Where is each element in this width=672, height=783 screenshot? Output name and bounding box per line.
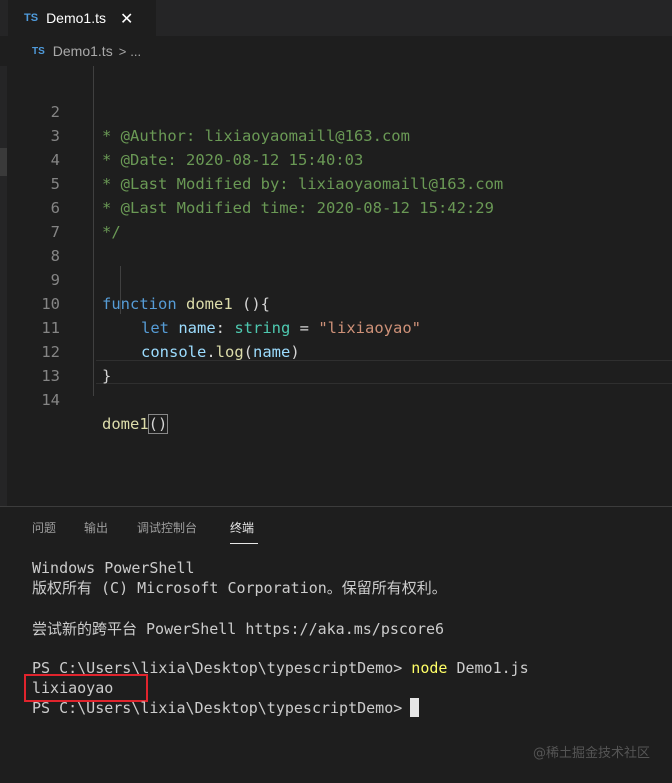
code-line[interactable]: 12 } bbox=[0, 316, 672, 385]
terminal-cursor bbox=[410, 698, 420, 717]
tab-demo1-ts[interactable]: TS Demo1.ts ✕ bbox=[8, 0, 156, 36]
panel-tabs: 问题 输出 调试控制台 终端 bbox=[0, 516, 672, 546]
code-line[interactable]: 3 * @Date: 2020-08-12 15:40:03 bbox=[0, 100, 672, 169]
code-line[interactable]: 11 console.log(name) bbox=[0, 292, 672, 361]
terminal-line: 版权所有 (C) Microsoft Corporation。保留所有权利。 bbox=[32, 579, 447, 597]
chevron-right-icon: > bbox=[118, 43, 127, 59]
bottom-panel: 问题 输出 调试控制台 终端 Windows PowerShell 版权所有 (… bbox=[0, 506, 672, 783]
code-line[interactable]: 6 */ bbox=[0, 172, 672, 241]
close-icon[interactable]: ✕ bbox=[120, 9, 133, 28]
tab-debug-console[interactable]: 调试控制台 bbox=[137, 516, 197, 546]
breadcrumb: TS Demo1.ts > ... bbox=[0, 36, 672, 66]
code-line[interactable]: 9 function dome1 (){ bbox=[0, 244, 672, 313]
vscode-window: TS Demo1.ts ✕ TS Demo1.ts > ... 2 * @Aut… bbox=[0, 0, 672, 783]
typescript-file-icon: TS bbox=[24, 12, 39, 24]
code-line[interactable]: 5 * @Last Modified time: 2020-08-12 15:4… bbox=[0, 148, 672, 217]
code-line[interactable]: 7 bbox=[0, 196, 672, 241]
function-call: dome1() bbox=[102, 414, 169, 434]
terminal-line: 尝试新的跨平台 PowerShell https://aka.ms/pscore… bbox=[32, 620, 445, 638]
code-line[interactable]: 8 bbox=[0, 220, 672, 265]
line-number: 14 bbox=[41, 391, 60, 409]
watermark: @稀土掘金技术社区 bbox=[532, 746, 650, 761]
code-editor[interactable]: 2 * @Author: lixiaoyaomaill@163.com 3 * … bbox=[0, 66, 672, 506]
editor-tab-bar: TS Demo1.ts ✕ bbox=[0, 0, 672, 36]
typescript-file-icon: TS bbox=[32, 45, 45, 57]
tab-problems[interactable]: 问题 bbox=[32, 516, 56, 546]
breadcrumb-more[interactable]: ... bbox=[130, 44, 141, 59]
terminal-line: Windows PowerShell bbox=[32, 559, 195, 577]
code-line[interactable]: 10 let name: string = "lixiaoyao" bbox=[0, 268, 672, 337]
code-line[interactable]: 2 * @Author: lixiaoyaomaill@163.com bbox=[0, 76, 672, 145]
tab-output[interactable]: 输出 bbox=[84, 516, 108, 546]
breadcrumb-file[interactable]: Demo1.ts bbox=[53, 43, 113, 59]
terminal-prompt[interactable]: PS C:\Users\lixia\Desktop\typescriptDemo… bbox=[32, 698, 420, 718]
tab-terminal[interactable]: 终端 bbox=[230, 516, 254, 546]
panel-divider bbox=[0, 506, 672, 507]
code-line[interactable]: 4 * @Last Modified by: lixiaoyaomaill@16… bbox=[0, 124, 672, 193]
code-line[interactable]: 14 dome1() bbox=[0, 364, 672, 434]
active-tab-underline bbox=[230, 543, 258, 544]
tab-title: Demo1.ts bbox=[46, 10, 106, 26]
code-line[interactable]: 13 bbox=[0, 340, 672, 385]
